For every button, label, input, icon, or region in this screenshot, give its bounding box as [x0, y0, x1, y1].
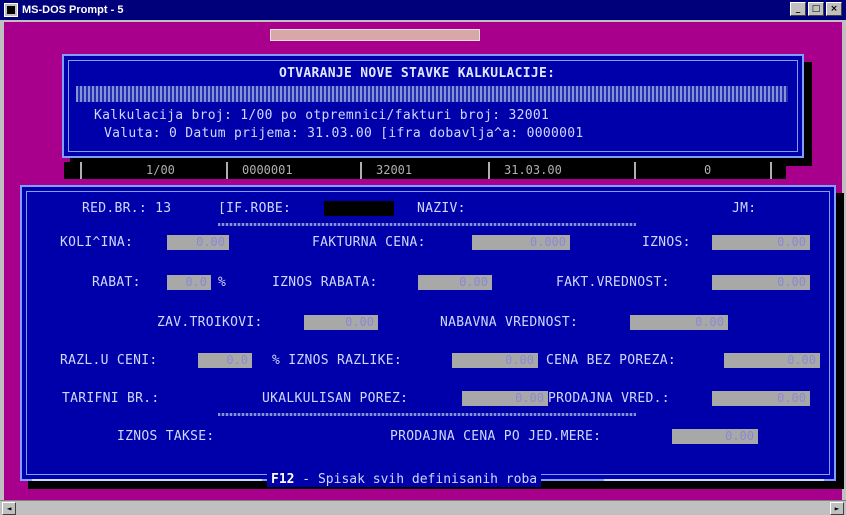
strip-kalkulacija: 1/00 — [146, 163, 175, 177]
strip-datum: 31.03.00 — [504, 163, 562, 177]
iznos-rabata-label: IZNOS RABATA: — [272, 275, 378, 290]
summary-strip: 1/00 0000001 32001 31.03.00 0 — [64, 162, 786, 179]
nabavna-vrednost-input[interactable]: 0.00 — [630, 315, 728, 330]
header-line-1: Kalkulacija broj: 1/00 po otpremnici/fak… — [94, 108, 550, 123]
header-dither-bar — [76, 86, 788, 102]
iznos-rabata-input[interactable]: 0.00 — [418, 275, 492, 290]
naziv-label: NAZIV: — [417, 201, 466, 216]
background-menu-bar — [270, 29, 480, 41]
fakt-vrednost-label: FAKT.VREDNOST: — [556, 275, 670, 290]
iznos-razlike-label: % IZNOS RAZLIKE: — [272, 353, 403, 368]
kolicina-input[interactable]: 0.00 — [167, 235, 229, 250]
strip-separator — [770, 162, 772, 179]
cena-bez-poreza-input[interactable]: 0.00 — [724, 353, 820, 368]
msdos-icon — [4, 3, 18, 17]
strip-valuta: 0 — [704, 163, 712, 177]
zav-troskovi-input[interactable]: 0.00 — [304, 315, 378, 330]
footer-text: - Spisak svih definisanih roba — [294, 472, 538, 487]
prodajna-cena-label: PRODAJNA CENA PO JED.MERE: — [390, 429, 602, 444]
footer-key: F12 — [271, 472, 295, 487]
prodajna-cena-input[interactable]: 0.00 — [672, 429, 758, 444]
strip-dobavljac: 0000001 — [242, 163, 293, 177]
ukalkulisan-porez-input[interactable]: 0.00 — [462, 391, 548, 406]
header-line-2: Valuta: 0 Datum prijema: 31.03.00 [ifra … — [104, 126, 584, 141]
sif-robe-input[interactable] — [324, 201, 394, 216]
strip-faktura: 32001 — [376, 163, 413, 177]
iznos-takse-label: IZNOS TAKSE: — [117, 429, 215, 444]
strip-separator — [80, 162, 82, 179]
close-button[interactable]: × — [826, 2, 842, 16]
iznos-input[interactable]: 0.00 — [712, 235, 810, 250]
rabat-input[interactable]: 0.0 — [167, 275, 211, 290]
prodajna-vred-input[interactable]: 0.00 — [712, 391, 810, 406]
rabat-label: RABAT: — [92, 275, 141, 290]
footer-rule-right — [604, 479, 824, 481]
sif-robe-label: [IF.ROBE: — [218, 201, 292, 216]
strip-separator — [488, 162, 490, 179]
ukalkulisan-porez-label: UKALKULISAN POREZ: — [262, 391, 409, 406]
nabavna-vrednost-label: NABAVNA VREDNOST: — [440, 315, 579, 330]
minimize-button[interactable]: _ — [790, 2, 806, 16]
prodajna-vred-label: PRODAJNA VRED.: — [548, 391, 670, 406]
header-panel: OTVARANJE NOVE STAVKE KALKULACIJE: Kalku… — [62, 54, 804, 158]
razl-u-ceni-input[interactable]: 0.0 — [198, 353, 252, 368]
iznos-label: IZNOS: — [642, 235, 691, 250]
zav-troskovi-label: ZAV.TROIKOVI: — [157, 315, 263, 330]
footer-hint[interactable]: F12 - Spisak svih definisanih roba — [267, 472, 542, 487]
window-controls: _ □ × — [790, 2, 842, 16]
window-titlebar[interactable]: MS-DOS Prompt - 5 _ □ × — [0, 0, 846, 20]
kolicina-label: KOLI^INA: — [60, 235, 134, 250]
fakt-vrednost-input[interactable]: 0.00 — [712, 275, 810, 290]
rabat-percent-sign: % — [218, 275, 227, 290]
strip-separator — [226, 162, 228, 179]
dos-screen[interactable]: OTVARANJE NOVE STAVKE KALKULACIJE: Kalku… — [4, 22, 842, 500]
header-title: OTVARANJE NOVE STAVKE KALKULACIJE: — [279, 66, 556, 81]
strip-separator — [360, 162, 362, 179]
fakturna-cena-label: FAKTURNA CENA: — [312, 235, 426, 250]
jm-label: JM: — [732, 201, 757, 216]
fakturna-cena-input[interactable]: 0.000 — [472, 235, 570, 250]
section-divider — [218, 223, 636, 226]
horizontal-scrollbar[interactable]: ◄ ► — [0, 500, 846, 515]
razl-u-ceni-label: RAZL.U CENI: — [60, 353, 158, 368]
red-br-label: RED.BR.: 13 — [82, 201, 172, 216]
section-divider — [218, 413, 636, 416]
scroll-left-button[interactable]: ◄ — [2, 502, 16, 515]
strip-separator — [634, 162, 636, 179]
scroll-right-button[interactable]: ► — [830, 502, 844, 515]
maximize-button[interactable]: □ — [808, 2, 824, 16]
iznos-razlike-input[interactable]: 0.00 — [452, 353, 538, 368]
entry-form-panel: RED.BR.: 13 [IF.ROBE: NAZIV: JM: KOLI^IN… — [20, 185, 836, 487]
tarifni-br-label: TARIFNI BR.: — [62, 391, 160, 406]
cena-bez-poreza-label: CENA BEZ POREZA: — [546, 353, 677, 368]
window-title: MS-DOS Prompt - 5 — [22, 4, 124, 16]
footer-rule-left — [32, 479, 262, 481]
